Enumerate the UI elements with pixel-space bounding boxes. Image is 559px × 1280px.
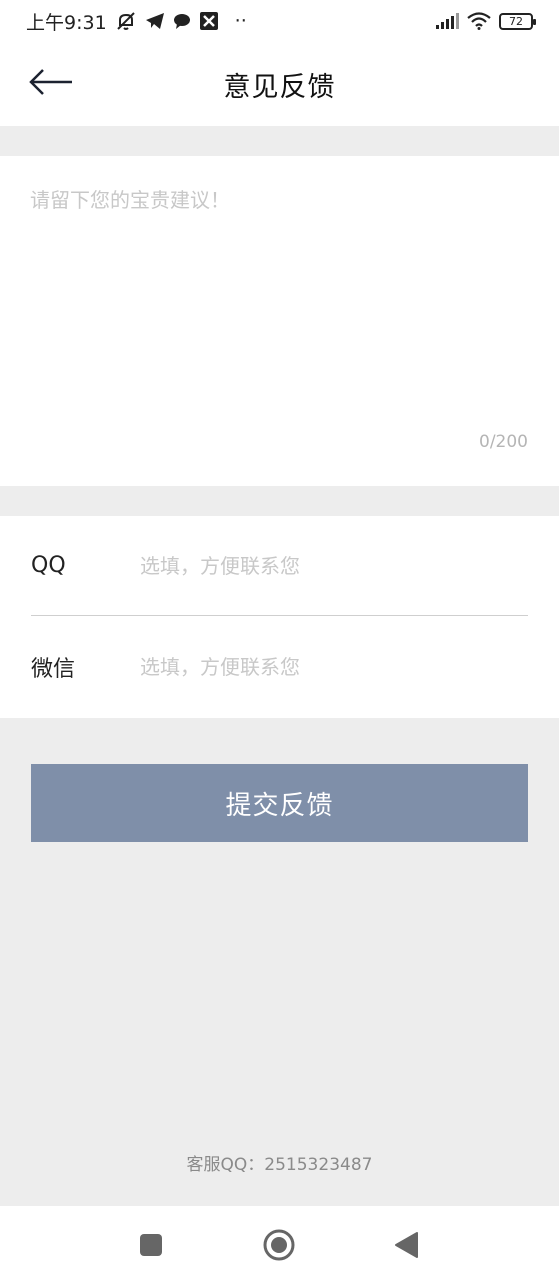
wechat-input[interactable] (140, 655, 528, 679)
recents-button[interactable] (134, 1228, 168, 1262)
status-bar: 上午9:31 ·· 72 (0, 0, 559, 42)
chat-bubble-icon (173, 12, 191, 30)
battery-level: 72 (509, 14, 523, 28)
status-time: 上午9:31 (26, 11, 107, 34)
telegram-icon (145, 12, 165, 30)
wifi-icon (467, 12, 491, 30)
battery-icon: 72 (499, 12, 536, 30)
system-nav-bar (0, 1206, 559, 1280)
square-recents-icon (140, 1234, 162, 1256)
submit-feedback-button[interactable]: 提交反馈 (31, 764, 528, 842)
home-button[interactable] (262, 1228, 296, 1262)
app-notification-icon (199, 11, 219, 31)
feedback-page: 上午9:31 ·· 72 意见反馈 请留下您的宝贵建议！ 0/200 QQ 选填… (0, 0, 559, 1280)
muted-bell-icon (115, 11, 137, 31)
status-dots: ·· (234, 10, 247, 32)
status-right: 72 (435, 12, 536, 30)
header: 意见反馈 (0, 42, 559, 126)
system-back-button[interactable] (389, 1228, 423, 1262)
status-left: 上午9:31 ·· (26, 8, 247, 35)
qq-row: QQ (31, 516, 528, 616)
feedback-card: 0/200 (0, 156, 559, 486)
qq-input[interactable] (140, 553, 528, 578)
back-button[interactable] (24, 62, 78, 102)
wechat-row: 微信 (31, 617, 528, 717)
qq-label: QQ (31, 553, 66, 578)
wechat-label: 微信 (31, 657, 76, 682)
arrow-left-icon (29, 69, 72, 95)
triangle-back-icon (395, 1232, 418, 1258)
signal-icon (435, 13, 459, 29)
feedback-textarea[interactable] (30, 184, 530, 434)
customer-service-qq: 客服QQ：2515323487 (186, 1155, 373, 1175)
page-title: 意见反馈 (223, 71, 336, 103)
char-counter: 0/200 (479, 432, 528, 452)
circle-home-icon (263, 1229, 295, 1261)
contact-card: QQ 微信 (0, 516, 559, 718)
